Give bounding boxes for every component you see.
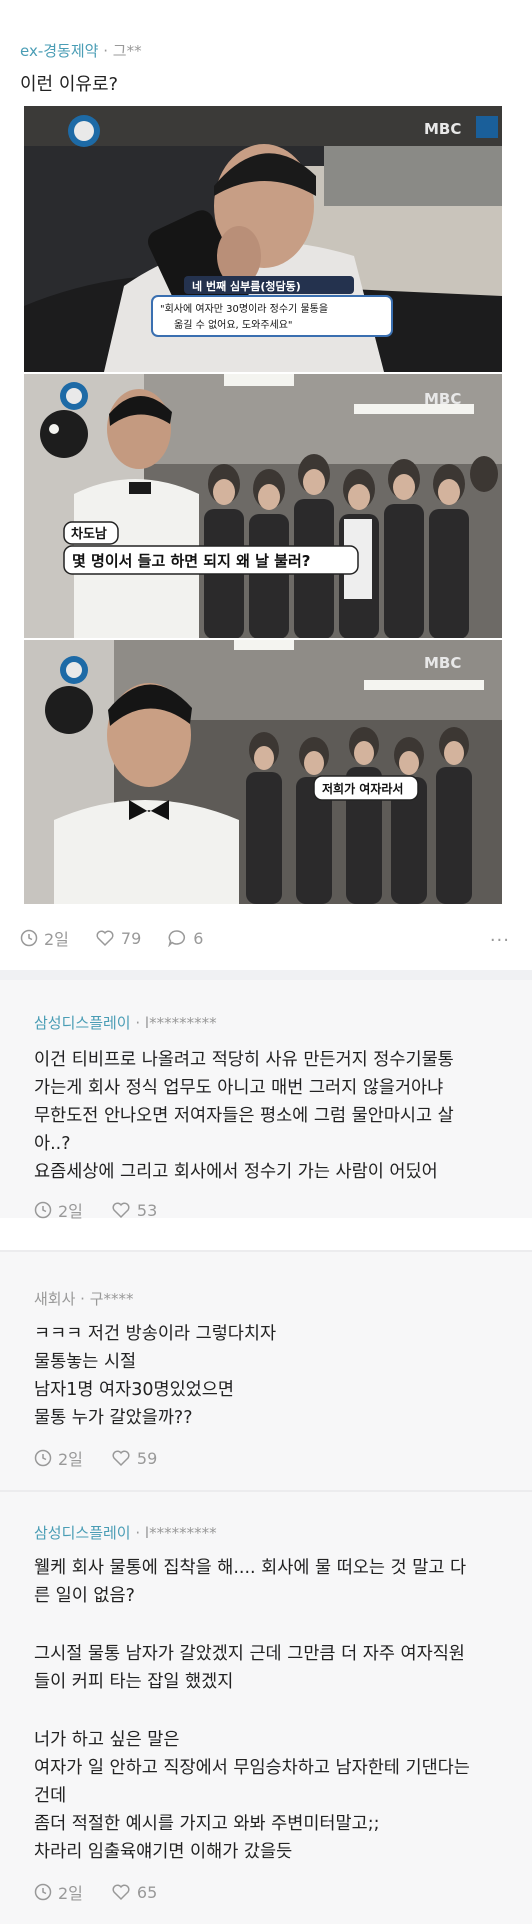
- comment-line: 웰케 회사 물통에 집착을 해.... 회사에 물 떠오는 것 말고 다: [34, 1558, 467, 1578]
- caption-line-2: 옮길 수 없어요, 도와주세요": [174, 318, 293, 331]
- comment-time: 2일: [34, 1198, 83, 1222]
- comment-author-meta: 삼성디스플레이 · l*********: [34, 1012, 217, 1033]
- comment-line: 그시절 물통 남자가 갈았겠지 근데 그만큼 더 자주 여자직원: [34, 1644, 465, 1664]
- comment-author-meta: 새회사 · 구****: [34, 1288, 134, 1309]
- comment-like-button[interactable]: 53: [111, 1201, 157, 1220]
- comment-line: 요즘세상에 그리고 회사에서 정수기 가는 사람이 어딨어: [34, 1162, 438, 1182]
- post-time-text: 2일: [44, 930, 69, 949]
- post-company[interactable]: ex-경동제약: [20, 42, 98, 60]
- comment-author: · l*********: [130, 1014, 217, 1032]
- broadcaster-logo: MBC: [424, 120, 461, 138]
- comment-line: 가는게 회사 정식 업무도 아니고 매번 그러지 않을거아냐: [34, 1078, 444, 1098]
- caption-line-1: "회사에 여자만 30명이라 정수기 물통을: [160, 303, 328, 315]
- post-card: ex-경동제약 · 그** 이런 이유로? MBC 네 번째 심부름(청담동) …: [0, 0, 532, 970]
- comment-line: 물통놓는 시절: [34, 1352, 137, 1372]
- post-comment-count: 6: [193, 928, 204, 948]
- heart-icon: [96, 930, 114, 947]
- comment-like-button[interactable]: 65: [111, 1883, 157, 1902]
- comment-time-text: 2일: [58, 1450, 83, 1469]
- speaker-tag: 차도남: [71, 526, 107, 542]
- comment-time: 2일: [34, 1446, 83, 1470]
- comment-author-meta: 삼성디스플레이 · l*********: [34, 1522, 217, 1543]
- clock-icon: [34, 1201, 52, 1219]
- comment-line: 물통 누가 갈았을까??: [34, 1408, 193, 1428]
- comment-stats: 2일 53: [34, 1198, 185, 1222]
- comment-line: 아..?: [34, 1134, 71, 1154]
- comment-line: 여자가 일 안하고 직장에서 무임승차하고 남자한테 기댄다는: [34, 1758, 470, 1778]
- post-time: 2일: [20, 926, 69, 950]
- comment-line: 무한도전 안나오면 저여자들은 평소에 그럼 물안마시고 살: [34, 1106, 454, 1126]
- comment-company[interactable]: 새회사: [34, 1290, 75, 1308]
- comment-company[interactable]: 삼성디스플레이: [34, 1014, 131, 1032]
- post-stats: 2일 79 6: [20, 926, 229, 950]
- comment-author: · 구****: [75, 1290, 134, 1308]
- broadcaster-logo: MBC: [424, 654, 461, 672]
- comment-like-count: 53: [136, 1200, 158, 1220]
- comment-line: 좀더 적절한 예시를 가지고 와봐 주변미터말고;;: [34, 1814, 380, 1834]
- caption-title: 네 번째 심부름(청담동): [192, 279, 301, 293]
- post-like-count: 79: [120, 928, 142, 948]
- comment-stats: 2일 59: [34, 1446, 185, 1470]
- comment-time-text: 2일: [58, 1884, 83, 1903]
- comment-line: 남자1명 여자30명있었으면: [34, 1380, 234, 1400]
- post-like-button[interactable]: 79: [95, 929, 141, 948]
- comment-line: 차라리 임출육얘기면 이해가 갔을듯: [34, 1842, 293, 1862]
- post-image-frame-3[interactable]: MBC 저희가 여자라서: [24, 640, 502, 904]
- comment-item: 새회사 · 구**** ㅋㅋㅋ 저건 방송이라 그렇다치자 물통놓는 시절 남자…: [0, 1252, 532, 1490]
- comment-like-button[interactable]: 59: [111, 1449, 157, 1468]
- comment-item: 삼성디스플레이 · l********* 이건 티비프로 나올려고 적당히 사유…: [0, 980, 532, 1221]
- heart-icon: [112, 1884, 130, 1901]
- post-comment-button[interactable]: 6: [167, 929, 203, 948]
- comment-company[interactable]: 삼성디스플레이: [34, 1524, 131, 1542]
- post-body: 이런 이유로?: [20, 74, 119, 95]
- clock-icon: [34, 1449, 52, 1467]
- post-author: · 그**: [98, 42, 142, 60]
- comment-line: 너가 하고 싶은 말은: [34, 1730, 180, 1750]
- comment-line: 들이 커피 타는 잡일 했겠지: [34, 1672, 234, 1692]
- clock-icon: [20, 929, 38, 947]
- comment-time: 2일: [34, 1880, 83, 1904]
- comment-line: 이건 티비프로 나올려고 적당히 사유 만든거지 정수기물통: [34, 1050, 454, 1070]
- heart-icon: [112, 1450, 130, 1467]
- comment-line: 른 일이 없음?: [34, 1586, 135, 1606]
- comment-line: 건데: [34, 1786, 67, 1806]
- broadcaster-logo: MBC: [424, 390, 461, 408]
- comment-time-text: 2일: [58, 1202, 83, 1221]
- more-options-icon[interactable]: ···: [490, 930, 510, 951]
- comment-like-count: 65: [136, 1882, 158, 1902]
- comment-stats: 2일 65: [34, 1880, 185, 1904]
- comment-line: ㅋㅋㅋ 저건 방송이라 그렇다치자: [34, 1324, 277, 1344]
- heart-icon: [112, 1202, 130, 1219]
- subtitle-frame-3: 저희가 여자라서: [322, 781, 403, 796]
- clock-icon: [34, 1883, 52, 1901]
- post-image-frame-2[interactable]: MBC 차도남 몇 명이서 들고 하면 되지 왜 날 불러?: [24, 374, 502, 638]
- subtitle-frame-2: 몇 명이서 들고 하면 되지 왜 날 불러?: [72, 552, 310, 570]
- comment-item: 삼성디스플레이 · l********* 웰케 회사 물통에 집착을 해....…: [0, 1492, 532, 1924]
- comment-like-count: 59: [136, 1448, 158, 1468]
- speech-bubble-icon: [168, 930, 186, 947]
- comment-author: · l*********: [130, 1524, 217, 1542]
- section-divider: [0, 970, 532, 980]
- post-author-meta: ex-경동제약 · 그**: [20, 40, 142, 61]
- post-image-frame-1[interactable]: MBC 네 번째 심부름(청담동) "회사에 여자만 30명이라 정수기 물통을…: [24, 106, 502, 372]
